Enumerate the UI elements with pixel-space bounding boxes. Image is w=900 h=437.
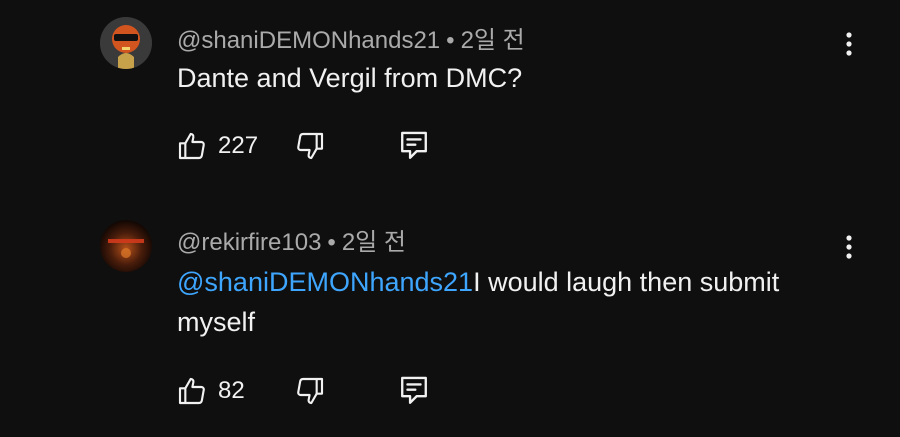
comment-time[interactable]: 2일 전	[461, 27, 525, 54]
comment-reply-icon	[401, 131, 427, 159]
dislike-button[interactable]	[294, 126, 326, 166]
dislike-button[interactable]	[294, 371, 326, 411]
comment-text: Dante and Vergil from DMC?	[177, 58, 857, 98]
like-button[interactable]: 227	[176, 126, 258, 166]
like-count: 82	[218, 377, 245, 404]
avatar-image	[100, 220, 152, 272]
comment-item: @rekirfire103 • 2일 전 @shaniDEMONhands21I w…	[0, 200, 900, 437]
comment-actions: 82	[176, 371, 476, 411]
thumbs-down-icon	[297, 132, 324, 160]
comment-reply-icon	[401, 376, 427, 404]
like-button[interactable]: 82	[176, 371, 245, 411]
comment-meta: @shaniDEMONhands21 • 2일 전	[177, 20, 525, 55]
thumbs-up-icon	[178, 377, 205, 405]
mention-link[interactable]: @shaniDEMONhands21	[177, 267, 473, 297]
meta-separator: •	[327, 229, 336, 256]
thumbs-up-icon	[178, 132, 205, 160]
reply-button[interactable]	[398, 371, 430, 411]
avatar-image	[100, 17, 152, 69]
like-count: 227	[218, 132, 259, 159]
meta-separator: •	[446, 27, 455, 54]
thumbs-down-icon	[297, 377, 324, 405]
author-name[interactable]: @rekirfire103	[177, 229, 321, 256]
comment-body: Dante and Vergil from DMC?	[177, 63, 523, 93]
comment-item: @shaniDEMONhands21 • 2일 전 Dante and Vergil…	[0, 0, 900, 200]
author-name[interactable]: @shaniDEMONhands21	[177, 27, 440, 54]
reply-button[interactable]	[398, 126, 430, 166]
avatar[interactable]	[100, 17, 152, 69]
comment-meta: @rekirfire103 • 2일 전	[177, 222, 406, 257]
comment-actions: 227	[176, 126, 476, 166]
avatar[interactable]	[100, 220, 152, 272]
comment-time[interactable]: 2일 전	[342, 229, 406, 256]
comment-text: @shaniDEMONhands21I would laugh then sub…	[177, 262, 857, 342]
